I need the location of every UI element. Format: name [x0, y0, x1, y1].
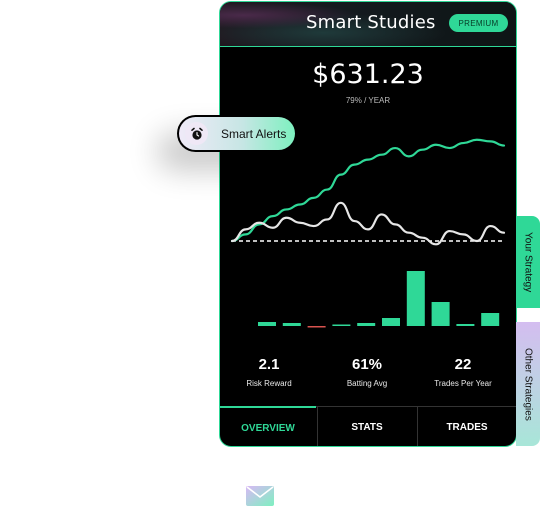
stat-label: Trades Per Year [434, 379, 492, 388]
stat-value: 61% [351, 356, 383, 373]
stat-risk-reward: 2.1 Risk Reward [224, 356, 314, 388]
benchmark-line [230, 201, 506, 246]
trade-bar [406, 271, 425, 326]
mail-icon[interactable] [246, 486, 274, 508]
trade-bar [382, 318, 400, 326]
premium-badge: PREMIUM [449, 14, 508, 32]
tab-overview[interactable]: OVERVIEW [220, 406, 316, 446]
card-header: Smart Studies PREMIUM [220, 2, 516, 47]
trade-bar [357, 323, 376, 326]
stat-value: 22 [454, 356, 472, 373]
strategy-line [230, 138, 506, 243]
trade-bar [307, 326, 326, 328]
annual-rate: 79% / YEAR [345, 96, 391, 105]
portfolio-value: $631.23 [312, 59, 424, 90]
stat-label: Batting Avg [346, 379, 388, 388]
trade-bar [481, 313, 500, 326]
card-title: Smart Studies [306, 12, 436, 33]
stat-value: 2.1 [258, 356, 280, 373]
side-tab-your-strategy[interactable]: Your Strategy [516, 216, 540, 308]
strategy-card: Smart Studies PREMIUM $631.23 79% / YEAR… [219, 1, 517, 447]
tab-stats[interactable]: STATS [318, 407, 416, 446]
stat-batting-avg: 61% Batting Avg [322, 356, 412, 388]
trade-bar [282, 323, 301, 326]
smart-alerts-pill-body: Smart Alerts [179, 117, 295, 150]
smart-alerts-label: Smart Alerts [221, 127, 287, 141]
trade-bar-chart [258, 271, 500, 328]
stat-trades-per-year: 22 Trades Per Year [418, 356, 508, 388]
trade-bar [456, 324, 475, 326]
side-tab-other-strategies[interactable]: Other Strategies [516, 322, 540, 446]
trade-bar [431, 302, 450, 326]
alarm-clock-icon [185, 122, 208, 145]
smart-alerts-pill[interactable]: Smart Alerts [177, 115, 297, 152]
trade-bar [332, 324, 351, 326]
tab-trades[interactable]: TRADES [418, 407, 516, 446]
stat-label: Risk Reward [246, 379, 292, 388]
card-tabs: OVERVIEW STATS TRADES [220, 406, 516, 446]
trade-bar [258, 322, 276, 326]
